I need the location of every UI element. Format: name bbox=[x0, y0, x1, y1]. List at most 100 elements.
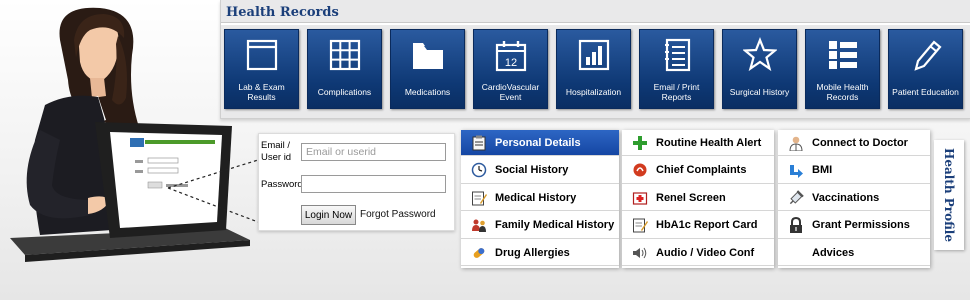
menu-icon-slot bbox=[467, 135, 491, 151]
tile-lab-exam-results[interactable]: Lab & Exam Results bbox=[224, 29, 299, 109]
tile-patient-education[interactable]: Patient Education bbox=[888, 29, 963, 109]
menu-item-hba1c-report-card[interactable]: HbA1c Report Card bbox=[622, 213, 774, 239]
menu-icon-slot bbox=[628, 135, 652, 151]
menu-icon-slot bbox=[467, 217, 491, 233]
tile-label: Patient Education bbox=[892, 87, 959, 97]
menu-item-label: Connect to Doctor bbox=[812, 136, 908, 149]
edit-note-icon bbox=[633, 218, 648, 233]
menu-item-routine-health-alert[interactable]: Routine Health Alert bbox=[622, 130, 774, 156]
menu-icon-slot bbox=[628, 245, 652, 261]
menu-item-bmi[interactable]: BMI bbox=[778, 158, 930, 184]
tile-label: CardioVascular Event bbox=[481, 82, 540, 102]
alert-circle-icon bbox=[633, 163, 647, 177]
menu-item-chief-complaints[interactable]: Chief Complaints bbox=[622, 158, 774, 184]
notebook-icon bbox=[665, 38, 691, 72]
health-records-panel: Health Records Lab & Exam Results Complic… bbox=[220, 0, 970, 119]
syringe-icon bbox=[789, 189, 804, 204]
tile-hospitalization[interactable]: Hospitalization bbox=[556, 29, 631, 109]
folder-icon bbox=[413, 43, 443, 69]
email-input[interactable] bbox=[301, 143, 446, 161]
pill-icon bbox=[473, 247, 485, 258]
tile-label: Lab & Exam Results bbox=[238, 82, 285, 102]
password-label: Password bbox=[261, 179, 303, 190]
menu-item-label: Chief Complaints bbox=[656, 164, 747, 176]
menu-icon-slot bbox=[784, 162, 808, 178]
menu-icon-slot bbox=[784, 189, 808, 206]
plus-icon bbox=[633, 135, 647, 150]
menu-item-label: Family Medical History bbox=[495, 219, 615, 231]
menu-item-audio-video-conf[interactable]: Audio / Video Conf bbox=[622, 240, 774, 266]
divider bbox=[221, 22, 970, 25]
pencil-icon bbox=[914, 40, 942, 71]
menu-item-label: Audio / Video Conf bbox=[656, 246, 755, 259]
family-icon bbox=[472, 219, 486, 232]
menu-item-grant-permissions[interactable]: Grant Permissions bbox=[778, 213, 930, 239]
arrow-icon bbox=[790, 165, 803, 178]
menu-item-label: Advices bbox=[812, 246, 855, 259]
menu-icon-slot bbox=[467, 162, 491, 178]
tile-cardiovascular-event[interactable]: 12 CardioVascular Event bbox=[473, 29, 548, 109]
tile-surgical-history[interactable]: Surgical History bbox=[722, 29, 797, 109]
menu-item-label: Grant Permissions bbox=[812, 219, 910, 231]
health-records-title: Health Records bbox=[226, 5, 339, 20]
tile-label: Medications bbox=[404, 87, 451, 97]
menu-icon-slot bbox=[628, 217, 652, 233]
email-label: Email / User id bbox=[261, 140, 292, 163]
tile-label: Complications bbox=[317, 87, 372, 97]
login-form: Email / User id Password Login Now Forgo… bbox=[258, 133, 455, 231]
tile-label: Hospitalization bbox=[565, 87, 622, 97]
menu-item-social-history[interactable]: Social History bbox=[461, 158, 619, 184]
star-icon bbox=[743, 37, 777, 72]
menu-item-label: HbA1c Report Card bbox=[656, 219, 758, 231]
profile-menu-column-1: Personal Details Social History Medical Hi… bbox=[461, 130, 619, 268]
menu-item-label: Personal Details bbox=[495, 136, 581, 149]
svg-text:12: 12 bbox=[505, 57, 517, 69]
bar-chart-icon bbox=[578, 39, 610, 71]
menu-item-label: Medical History bbox=[495, 191, 577, 204]
tile-medications[interactable]: Medications bbox=[390, 29, 465, 109]
menu-item-label: BMI bbox=[812, 164, 833, 176]
clipboard-icon bbox=[472, 135, 486, 150]
menu-item-label: Renel Screen bbox=[656, 191, 726, 204]
menu-item-label: Drug Allergies bbox=[495, 246, 570, 259]
menu-icon-slot bbox=[467, 190, 491, 206]
menu-item-drug-allergies[interactable]: Drug Allergies bbox=[461, 240, 619, 266]
menu-icon-slot bbox=[784, 135, 808, 151]
speaker-icon bbox=[633, 247, 647, 258]
menu-icon-slot bbox=[467, 245, 491, 261]
profile-menu-column-2: Routine Health Alert Chief Complaints Rene… bbox=[622, 130, 774, 268]
edit-note-icon bbox=[472, 191, 487, 205]
menu-item-family-medical-history[interactable]: Family Medical History bbox=[461, 213, 619, 239]
menu-item-renel-screen[interactable]: Renel Screen bbox=[622, 185, 774, 211]
tile-email-print-reports[interactable]: Email / Print Reports bbox=[639, 29, 714, 109]
forgot-password-link[interactable]: Forgot Password bbox=[360, 209, 436, 220]
menu-item-connect-to-doctor[interactable]: Connect to Doctor bbox=[778, 130, 930, 156]
grid-icon bbox=[329, 39, 361, 71]
menu-icon-slot bbox=[628, 190, 652, 206]
tile-mobile-health-records[interactable]: Mobile Health Records bbox=[805, 29, 880, 109]
tile-label: Surgical History bbox=[729, 87, 790, 97]
window-icon bbox=[246, 39, 278, 71]
doctor-icon bbox=[789, 136, 803, 151]
first-aid-icon bbox=[632, 191, 648, 205]
menu-item-personal-details[interactable]: Personal Details bbox=[461, 130, 619, 156]
calendar-icon: 12 bbox=[495, 41, 527, 72]
tile-complications[interactable]: Complications bbox=[307, 29, 382, 109]
menu-item-advices[interactable]: Advices bbox=[778, 240, 930, 266]
menu-item-label: Social History bbox=[495, 164, 569, 176]
screen-logo bbox=[130, 138, 144, 147]
list-icon bbox=[829, 41, 857, 69]
menu-item-label: Vaccinations bbox=[812, 191, 880, 204]
padlock-icon bbox=[790, 217, 802, 233]
tile-label: Email / Print Reports bbox=[653, 82, 700, 102]
menu-item-medical-history[interactable]: Medical History bbox=[461, 185, 619, 211]
menu-item-vaccinations[interactable]: Vaccinations bbox=[778, 185, 930, 211]
password-input[interactable] bbox=[301, 175, 446, 193]
menu-icon-slot bbox=[784, 217, 808, 233]
clock-icon bbox=[471, 162, 487, 178]
menu-item-label: Routine Health Alert bbox=[656, 136, 762, 149]
health-profile-tab[interactable]: Health Profile bbox=[934, 140, 964, 250]
health-profile-label: Health Profile bbox=[942, 147, 956, 243]
login-button[interactable]: Login Now bbox=[301, 205, 356, 225]
profile-menu-column-3: Connect to Doctor BMI Vaccinations Grant Pe… bbox=[778, 130, 930, 268]
